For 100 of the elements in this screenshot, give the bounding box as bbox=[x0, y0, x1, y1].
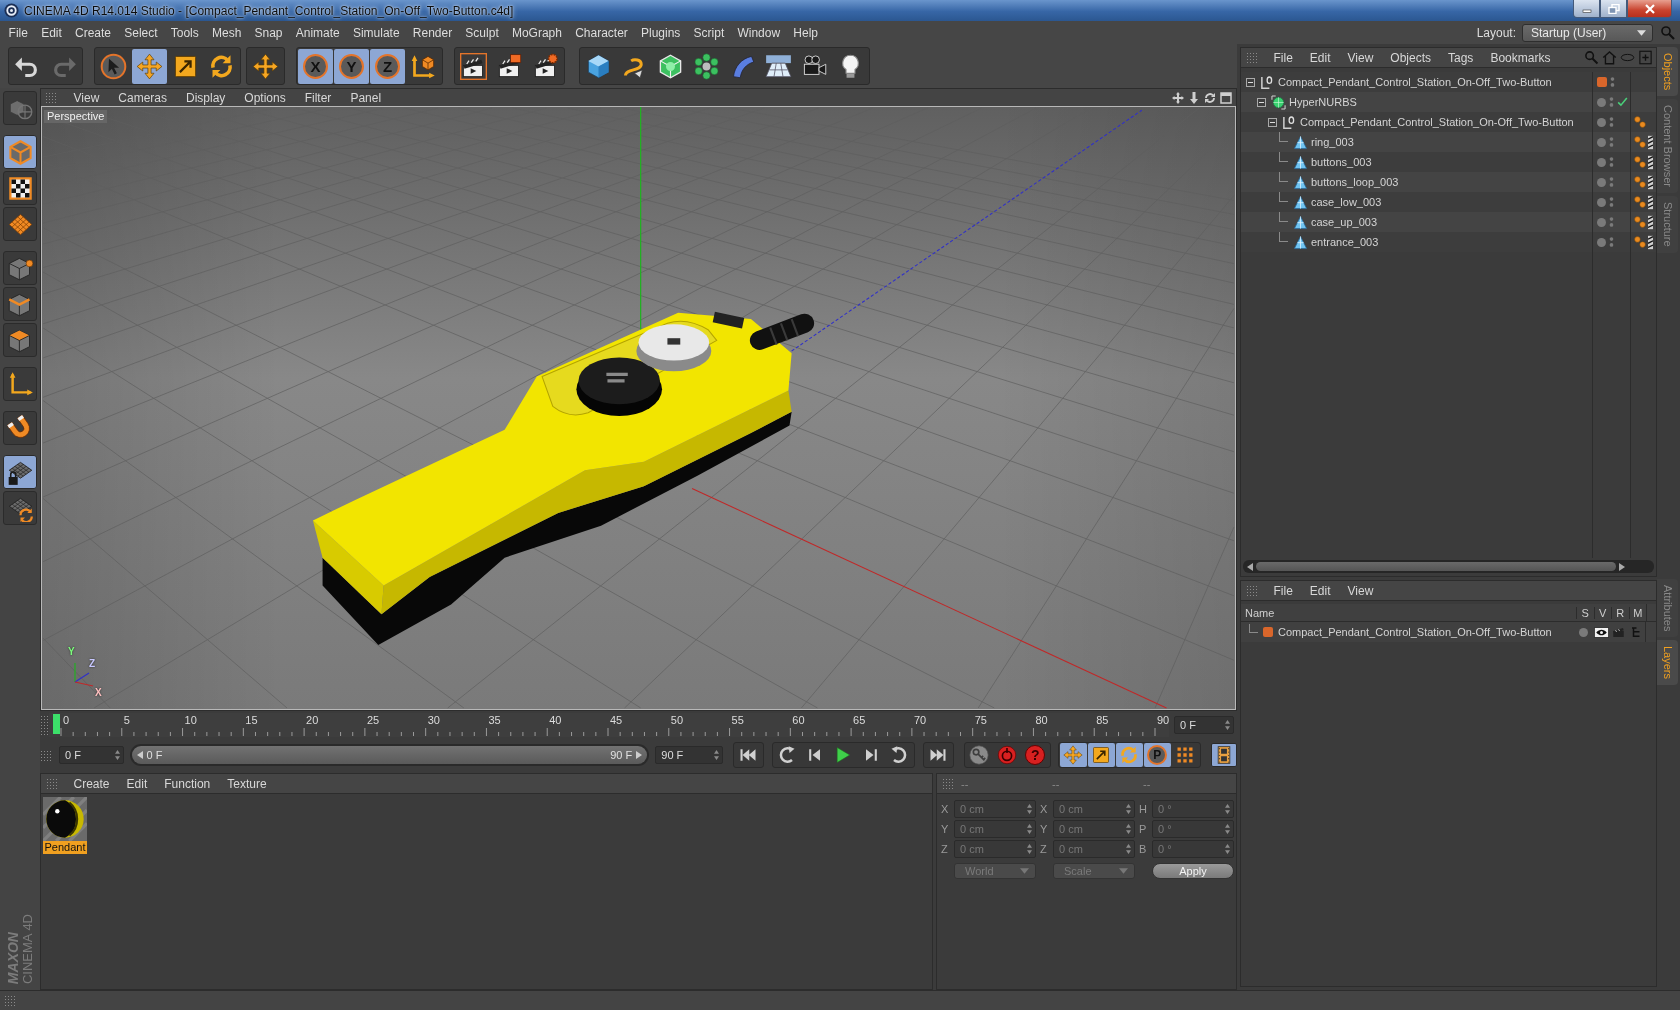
circular-arrows-icon[interactable] bbox=[1204, 91, 1216, 104]
menu-item[interactable]: Render bbox=[406, 22, 459, 43]
timeline-window-button[interactable] bbox=[1210, 743, 1237, 767]
dot-icon[interactable] bbox=[1579, 627, 1589, 637]
down-arrow-icon[interactable] bbox=[1188, 91, 1200, 104]
side-tab[interactable]: Objects bbox=[1657, 47, 1678, 97]
object-row[interactable]: HyperNURBS bbox=[1241, 92, 1656, 112]
collapse-toggle[interactable] bbox=[1257, 97, 1266, 107]
menu-item[interactable]: Window bbox=[730, 22, 787, 43]
paired-dots-icon[interactable] bbox=[1634, 236, 1646, 248]
viewport-menu-item[interactable]: Panel bbox=[340, 90, 391, 105]
paired-dots-icon[interactable] bbox=[1634, 116, 1646, 128]
texture-mode-button[interactable] bbox=[3, 171, 37, 205]
object-menu-item[interactable]: View bbox=[1339, 50, 1382, 65]
tweak-mode-button[interactable] bbox=[3, 411, 37, 445]
material-menu-item[interactable]: Edit bbox=[118, 776, 156, 791]
menu-item[interactable]: Create bbox=[68, 22, 118, 43]
object-menu-item[interactable]: Edit bbox=[1301, 50, 1340, 65]
menu-item[interactable]: Edit bbox=[34, 22, 69, 43]
window-icon[interactable] bbox=[1220, 91, 1232, 104]
menu-item[interactable]: Mesh bbox=[205, 22, 248, 43]
scale-key-button[interactable] bbox=[1087, 743, 1115, 767]
playhead-marker[interactable] bbox=[53, 714, 60, 734]
material-menu-item[interactable]: Create bbox=[65, 776, 119, 791]
layer-row[interactable]: Compact_Pendant_Control_Station_On-Off_Two-Button bbox=[1241, 622, 1656, 642]
model-mode-button[interactable] bbox=[3, 135, 37, 169]
four-arrows-icon[interactable] bbox=[1172, 91, 1184, 104]
edges-mode-button[interactable] bbox=[3, 287, 37, 321]
object-row[interactable]: case_up_003 bbox=[1241, 212, 1656, 232]
paired-dots-icon[interactable] bbox=[1634, 196, 1646, 208]
horizontal-scrollbar[interactable] bbox=[1243, 560, 1654, 573]
vertical-dots-icon[interactable] bbox=[1610, 76, 1615, 88]
object-menu-item[interactable]: Objects bbox=[1381, 50, 1440, 65]
material-menu-item[interactable]: Texture bbox=[218, 776, 276, 791]
object-row[interactable]: buttons_loop_003 bbox=[1241, 172, 1656, 192]
menu-item[interactable]: Simulate bbox=[346, 22, 407, 43]
menu-item[interactable]: Plugins bbox=[634, 22, 687, 43]
paired-dots-icon[interactable] bbox=[1634, 136, 1646, 148]
object-menu-item[interactable]: Bookmarks bbox=[1481, 50, 1559, 65]
paired-dots-icon[interactable] bbox=[1634, 156, 1646, 168]
left-arrow-icon[interactable] bbox=[136, 751, 143, 759]
polygons-mode-button[interactable] bbox=[3, 323, 37, 357]
axis-mode-button[interactable] bbox=[3, 367, 37, 401]
scroll-left-icon[interactable] bbox=[1247, 562, 1253, 571]
side-tab[interactable]: Layers bbox=[1657, 640, 1678, 686]
menu-item[interactable]: File bbox=[2, 22, 35, 43]
spinner-arrows-icon[interactable] bbox=[114, 750, 120, 760]
paired-dots-icon[interactable] bbox=[1634, 176, 1646, 188]
object-row[interactable]: ring_003 bbox=[1241, 132, 1656, 152]
vertical-dots-icon[interactable] bbox=[1609, 216, 1614, 228]
current-frame-field[interactable]: 0 F bbox=[1174, 716, 1234, 734]
vertical-dots-icon[interactable] bbox=[1609, 96, 1614, 108]
layout-dropdown[interactable]: Startup (User) bbox=[1522, 23, 1653, 42]
object-menu-item[interactable]: Tags bbox=[1439, 50, 1482, 65]
close-button[interactable] bbox=[1627, 0, 1672, 18]
paired-dots-icon[interactable] bbox=[1634, 216, 1646, 228]
striped-tag-icon[interactable] bbox=[1648, 194, 1653, 210]
move-tool-button[interactable] bbox=[132, 48, 167, 84]
viewport-menu-item[interactable]: View bbox=[64, 90, 109, 105]
workplane-mode-button[interactable] bbox=[3, 207, 37, 241]
object-menu-item[interactable]: File bbox=[1265, 50, 1302, 65]
menu-item[interactable]: Help bbox=[786, 22, 825, 43]
striped-tag-icon[interactable] bbox=[1648, 154, 1653, 170]
menu-item[interactable]: Character bbox=[568, 22, 635, 43]
vertical-dots-icon[interactable] bbox=[1609, 136, 1614, 148]
position-key-button[interactable] bbox=[1059, 743, 1087, 767]
locked-workplane-button[interactable] bbox=[3, 455, 37, 489]
eye-icon[interactable] bbox=[1593, 626, 1609, 638]
menu-item[interactable]: Tools bbox=[164, 22, 206, 43]
points-mode-button[interactable] bbox=[3, 251, 37, 285]
striped-tag-icon[interactable] bbox=[1648, 174, 1653, 190]
vertical-dots-icon[interactable] bbox=[1609, 196, 1614, 208]
end-frame-field[interactable]: 90 F bbox=[655, 746, 723, 764]
start-frame-field[interactable]: 0 F bbox=[59, 746, 124, 764]
check-icon[interactable] bbox=[1617, 97, 1628, 107]
planar-workplane-button[interactable] bbox=[3, 491, 37, 525]
scroll-right-icon[interactable] bbox=[1619, 562, 1625, 571]
viewport-menu-item[interactable]: Filter bbox=[295, 90, 341, 105]
striped-tag-icon[interactable] bbox=[1648, 234, 1653, 250]
vertical-dots-icon[interactable] bbox=[1609, 156, 1614, 168]
restore-button[interactable] bbox=[1600, 0, 1627, 18]
viewport-menu-item[interactable]: Options bbox=[234, 90, 296, 105]
viewport-menu-item[interactable]: Display bbox=[176, 90, 235, 105]
frame-range-bar[interactable]: 0 F 90 F bbox=[131, 746, 648, 764]
material-menu-item[interactable]: Function bbox=[155, 776, 219, 791]
menu-item[interactable]: MoGraph bbox=[505, 22, 569, 43]
menu-item[interactable]: Select bbox=[117, 22, 165, 43]
scrollbar-thumb[interactable] bbox=[1256, 562, 1616, 571]
layer-menu-item[interactable]: Edit bbox=[1301, 583, 1340, 598]
menu-item[interactable]: Snap bbox=[247, 22, 290, 43]
layer-menu-item[interactable]: File bbox=[1265, 583, 1302, 598]
collapse-toggle[interactable] bbox=[1246, 77, 1255, 87]
viewport-menu-item[interactable]: Cameras bbox=[108, 90, 177, 105]
spinner-arrows-icon[interactable] bbox=[713, 750, 719, 760]
collapse-toggle[interactable] bbox=[1268, 117, 1277, 127]
right-arrow-icon[interactable] bbox=[636, 751, 643, 759]
vertical-dots-icon[interactable] bbox=[1609, 176, 1614, 188]
material-preview[interactable] bbox=[43, 797, 87, 841]
minimize-button[interactable] bbox=[1573, 0, 1600, 18]
spinner-arrows-icon[interactable] bbox=[1225, 720, 1230, 730]
